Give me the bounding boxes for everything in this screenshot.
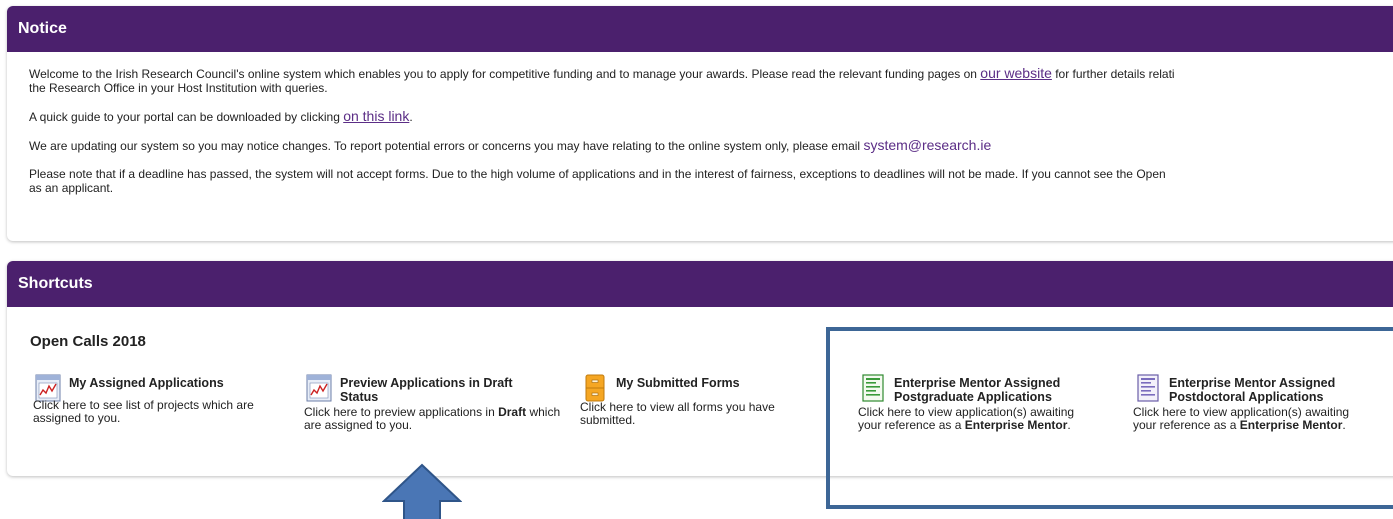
- shortcuts-title: Shortcuts: [18, 275, 93, 292]
- shortcut-desc-text: Click here to see list of projects which…: [33, 398, 254, 425]
- shortcut-title[interactable]: Preview Applications in Draft Status: [340, 373, 540, 404]
- notice-title: Notice: [18, 20, 67, 37]
- shortcut-head[interactable]: Preview Applications in Draft Status: [304, 373, 564, 404]
- shortcut-desc-text: Click here to view all forms you have su…: [580, 400, 775, 427]
- up-arrow-icon: [382, 463, 462, 519]
- shortcut-title[interactable]: My Assigned Applications: [69, 373, 224, 390]
- support-email-link[interactable]: system@research.ie: [863, 137, 991, 153]
- shortcut-title[interactable]: My Submitted Forms: [616, 373, 740, 390]
- guide-link[interactable]: on this link: [343, 108, 409, 124]
- shortcut-desc-text: Click here to preview applications in: [304, 405, 499, 419]
- notice-paragraph-updates: We are updating our system so you may no…: [29, 138, 1393, 153]
- notice-paragraph-welcome: Welcome to the Irish Research Council's …: [29, 66, 1393, 95]
- shortcut-head[interactable]: My Submitted Forms: [580, 373, 820, 403]
- notice-text: A quick guide to your portal can be down…: [29, 110, 344, 124]
- website-link[interactable]: our website: [980, 65, 1052, 81]
- shortcut-description: Click here to see list of projects which…: [10, 399, 280, 425]
- notice-text: Welcome to the Irish Research Council's …: [29, 67, 981, 81]
- notice-text: Please note that if a deadline has passe…: [29, 167, 1166, 181]
- notice-body: Welcome to the Irish Research Council's …: [7, 52, 1393, 195]
- notice-text: as an applicant.: [29, 181, 114, 195]
- notice-text: We are updating our system so you may no…: [29, 139, 864, 153]
- notice-text: for further details relati: [1051, 67, 1175, 81]
- shortcut-preview-draft-applications[interactable]: Preview Applications in Draft Status Cli…: [304, 373, 564, 432]
- report-chart-icon: [306, 374, 332, 402]
- notice-text: .: [409, 110, 413, 124]
- shortcut-my-submitted-forms[interactable]: My Submitted Forms Click here to view al…: [580, 373, 820, 427]
- notice-panel: Notice Welcome to the Irish Research Cou…: [7, 6, 1393, 241]
- shortcut-description: Click here to preview applications in Dr…: [304, 406, 564, 432]
- open-calls-title: Open Calls 2018: [30, 333, 146, 350]
- notice-line: Welcome to the Irish Research Council's …: [29, 66, 1393, 81]
- filing-cabinet-icon: [585, 374, 605, 402]
- shortcut-desc-bold: Draft: [498, 405, 527, 419]
- notice-paragraph-deadline: Please note that if a deadline has passe…: [29, 167, 1393, 195]
- shortcut-my-assigned-applications[interactable]: My Assigned Applications Click here to s…: [10, 373, 280, 425]
- shortcut-description: Click here to view all forms you have su…: [580, 401, 820, 427]
- notice-text: the Research Office in your Host Institu…: [29, 81, 328, 95]
- notice-paragraph-guide: A quick guide to your portal can be down…: [29, 109, 1393, 124]
- shortcuts-header: Shortcuts: [7, 261, 1393, 307]
- highlight-box: [826, 327, 1393, 509]
- notice-header: Notice: [7, 6, 1393, 52]
